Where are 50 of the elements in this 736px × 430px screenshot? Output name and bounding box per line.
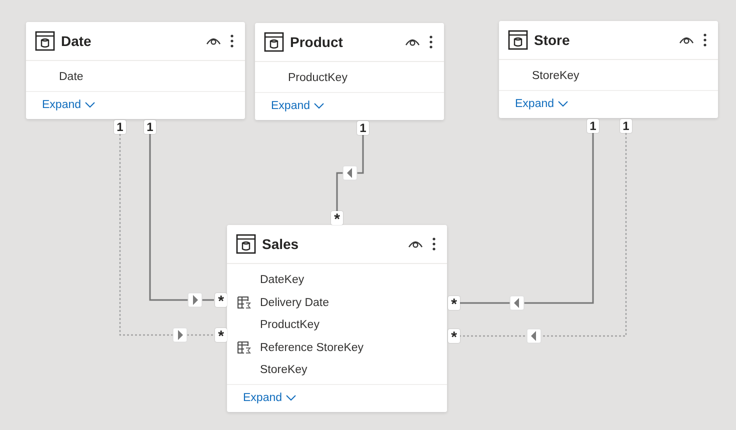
field-name[interactable]: ProductKey: [288, 72, 348, 84]
chevron-down-icon: [314, 103, 324, 109]
cardinality-label: 1: [357, 121, 369, 135]
expand-link[interactable]: Expand: [42, 99, 82, 111]
table-title: Date: [61, 33, 92, 49]
more-options-icon[interactable]: [230, 34, 234, 48]
expand-link[interactable]: Expand: [515, 98, 554, 110]
more-options-icon[interactable]: [703, 33, 707, 47]
table-card[interactable]: Sales DateKey Delivery Date ProductKey Reference StoreKey StoreKey Expand: [227, 225, 447, 412]
cardinality-label: *: [215, 293, 227, 307]
more-options-icon[interactable]: [432, 237, 436, 251]
eye-icon[interactable]: [405, 37, 420, 47]
more-options-icon[interactable]: [429, 35, 433, 49]
eye-icon[interactable]: [679, 35, 694, 45]
chevron-down-icon: [558, 101, 568, 107]
field-name[interactable]: StoreKey: [532, 70, 580, 82]
field-name[interactable]: Date: [59, 71, 84, 84]
table-card[interactable]: Store StoreKey Expand: [499, 21, 718, 118]
table-title: Product: [290, 34, 344, 50]
table-card[interactable]: Date Date Expand: [26, 22, 245, 118]
expand-link[interactable]: Expand: [271, 100, 310, 112]
relationship-line[interactable]: [336, 135, 364, 211]
cardinality-label: 1: [620, 119, 632, 133]
calculated-column-icon: [237, 296, 251, 310]
calculated-column-icon: [237, 341, 251, 354]
table-icon: [35, 31, 55, 51]
cardinality-label: 1: [144, 120, 156, 134]
cardinality-label: *: [448, 296, 460, 310]
cardinality-label: 1: [587, 119, 599, 133]
cardinality-label: *: [448, 329, 460, 343]
eye-icon[interactable]: [206, 36, 221, 46]
chevron-down-icon: [286, 395, 296, 401]
field-name[interactable]: StoreKey: [260, 364, 308, 376]
field-name[interactable]: ProductKey: [260, 319, 320, 332]
chevron-down-icon: [85, 102, 96, 108]
cardinality-label: *: [215, 328, 227, 342]
relationship-line[interactable]: [149, 134, 214, 308]
eye-icon[interactable]: [408, 239, 423, 249]
field-name[interactable]: Delivery Date: [260, 296, 330, 309]
field-name[interactable]: DateKey: [260, 274, 304, 286]
cardinality-label: 1: [114, 120, 126, 134]
field-name[interactable]: Reference StoreKey: [260, 342, 364, 354]
table-icon: [236, 234, 256, 254]
expand-link[interactable]: Expand: [243, 392, 282, 404]
table-title: Sales: [262, 236, 300, 252]
cardinality-label: *: [331, 211, 343, 225]
table-title: Store: [534, 32, 571, 48]
table-icon: [508, 30, 528, 50]
table-card[interactable]: Product ProductKey Expand: [255, 23, 444, 120]
table-icon: [264, 32, 284, 52]
